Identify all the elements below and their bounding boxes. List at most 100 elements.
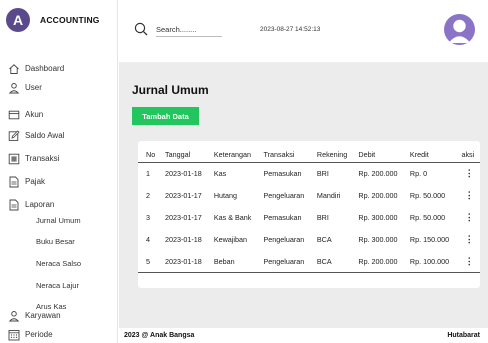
sidebar-subitem-buku-besar[interactable]: Buku Besar	[36, 237, 75, 246]
table-row: 4 2023-01-18 Kewajiban Pengeluaran BCA R…	[138, 229, 480, 251]
sidebar-item-transaksi[interactable]: Transaksi	[7, 152, 59, 165]
cell-kredit: Rp. 50.000	[409, 213, 446, 222]
sidebar-item-karyawan[interactable]: Karyawan	[7, 309, 61, 322]
datetime-display: 2023-08-27 14:52:13	[260, 26, 321, 33]
sidebar-item-periode[interactable]: Periode	[7, 328, 53, 341]
journal-table-card: No Tanggal Keterangan Transaksi Rekening…	[138, 141, 480, 288]
sidebar-item-saldo-awal[interactable]: Saldo Awal	[7, 129, 64, 142]
cell-keterangan: Beban	[210, 250, 261, 273]
sidebar-item-label: Saldo Awal	[25, 131, 65, 140]
cell-tanggal: 2023-01-17	[165, 191, 202, 200]
row-actions-icon[interactable]: ⋮	[458, 229, 480, 251]
cell-debit: Rp. 300.000	[358, 235, 398, 244]
sidebar-item-label: Karyawan	[25, 311, 61, 320]
sidebar-subitem-jurnal-umum[interactable]: Jurnal Umum	[36, 216, 81, 225]
row-actions-icon[interactable]: ⋮	[458, 163, 480, 185]
avatar[interactable]	[444, 14, 475, 45]
sidebar-item-label: User	[25, 83, 42, 92]
cell-no: 4	[146, 235, 150, 244]
sidebar-item-laporan[interactable]: Laporan	[7, 198, 54, 211]
home-icon	[7, 62, 20, 75]
cell-kredit: Rp. 50.000	[409, 191, 446, 200]
cell-kredit: Rp. 100.000	[406, 250, 459, 273]
table-row: 2 2023-01-17 Hutang Pengeluaran Mandiri …	[138, 185, 480, 207]
cell-tanggal: 2023-01-17	[165, 213, 202, 222]
box-icon	[7, 152, 20, 165]
search-input[interactable]	[156, 23, 222, 37]
cell-debit: Rp. 200.000	[355, 250, 407, 273]
col-header-no: No	[138, 141, 162, 163]
cell-keterangan: Hutang	[213, 191, 237, 200]
sidebar-subitem-neraca-saldo[interactable]: Neraca Salso	[36, 259, 81, 268]
brand[interactable]: A ACCOUNTING	[6, 8, 100, 32]
sidebar: A ACCOUNTING Dashboard User Akun Saldo A…	[0, 0, 118, 343]
brand-logo: A	[6, 8, 30, 32]
cell-keterangan: Kas & Bank	[213, 213, 252, 222]
sidebar-item-pajak[interactable]: Pajak	[7, 175, 45, 188]
document-icon	[7, 198, 20, 211]
page-title: Jurnal Umum	[132, 83, 209, 97]
sidebar-item-dashboard[interactable]: Dashboard	[7, 62, 64, 75]
footer-author: Hutabarat	[447, 332, 480, 339]
add-data-button[interactable]: Tambah Data	[132, 107, 199, 125]
table-row: 5 2023-01-18 Beban Pengeluaran BCA Rp. 2…	[138, 250, 480, 273]
sidebar-item-label: Pajak	[25, 177, 46, 186]
cell-transaksi: Pemasukan	[263, 213, 302, 222]
journal-table: No Tanggal Keterangan Transaksi Rekening…	[138, 141, 480, 273]
cell-debit: Rp. 200.000	[358, 191, 398, 200]
row-actions-icon[interactable]: ⋮	[458, 185, 480, 207]
user-avatar-icon	[448, 19, 471, 43]
col-header-rekening: Rekening	[313, 141, 356, 163]
sidebar-item-akun[interactable]: Akun	[7, 108, 43, 121]
footer-copyright: 2023 @ Anak Bangsa	[124, 332, 195, 339]
sidebar-subitem-neraca-lajur[interactable]: Neraca Lajur	[36, 281, 79, 290]
cell-kredit: Rp. 0	[409, 169, 428, 179]
cell-keterangan: Kewajiban	[213, 235, 247, 244]
sidebar-item-label: Akun	[25, 110, 44, 119]
edit-icon	[7, 129, 20, 142]
col-header-keterangan: Keterangan	[210, 141, 261, 163]
cell-keterangan: Kas	[213, 169, 227, 179]
col-header-kredit: Kredit	[406, 141, 459, 163]
row-actions-icon[interactable]: ⋮	[458, 207, 480, 229]
cell-transaksi: Pengeluaran	[263, 191, 305, 200]
table-row: 3 2023-01-17 Kas & Bank Pemasukan BRI Rp…	[138, 207, 480, 229]
cell-tanggal: 2023-01-18	[162, 250, 211, 273]
cell-no: 3	[146, 213, 150, 222]
cell-rekening: Mandiri	[316, 191, 341, 200]
cell-rekening: BRI	[316, 169, 329, 179]
cell-kredit: Rp. 150.000	[409, 235, 450, 244]
table-header-row: No Tanggal Keterangan Transaksi Rekening…	[138, 141, 480, 163]
cell-debit: Rp. 300.000	[358, 213, 398, 222]
cell-no: 1	[146, 169, 150, 179]
cell-rekening: BRI	[316, 213, 329, 222]
sidebar-item-label: Laporan	[25, 200, 55, 209]
sidebar-item-label: Periode	[25, 330, 53, 339]
cell-no: 2	[146, 191, 150, 200]
brand-name: ACCOUNTING	[40, 15, 100, 25]
col-header-debit: Debit	[355, 141, 407, 163]
search-icon[interactable]	[134, 22, 148, 36]
user-icon	[7, 81, 20, 94]
cell-rekening: BCA	[313, 250, 356, 273]
user-icon	[7, 309, 20, 322]
col-header-tanggal: Tanggal	[162, 141, 211, 163]
cell-no: 5	[138, 250, 162, 273]
cell-transaksi: Pengeluaran	[263, 235, 305, 244]
cell-tanggal: 2023-01-18	[165, 169, 202, 179]
calendar-icon	[7, 328, 20, 341]
cell-transaksi: Pemasukan	[263, 169, 302, 179]
document-icon	[7, 175, 20, 188]
cell-tanggal: 2023-01-18	[165, 235, 202, 244]
row-actions-icon[interactable]: ⋮	[458, 250, 480, 273]
col-header-transaksi: Transaksi	[260, 141, 314, 163]
cell-transaksi: Pengeluaran	[260, 250, 314, 273]
cell-debit: Rp. 200.000	[358, 169, 398, 179]
table-row: 1 2023-01-18 Kas Pemasukan BRI Rp. 200.0…	[138, 163, 480, 185]
sidebar-item-user[interactable]: User	[7, 81, 42, 94]
sidebar-item-label: Transaksi	[25, 154, 60, 163]
card-icon	[7, 108, 20, 121]
col-header-aksi: aksi	[458, 141, 480, 163]
sidebar-item-label: Dashboard	[25, 64, 65, 73]
cell-rekening: BCA	[316, 235, 332, 244]
